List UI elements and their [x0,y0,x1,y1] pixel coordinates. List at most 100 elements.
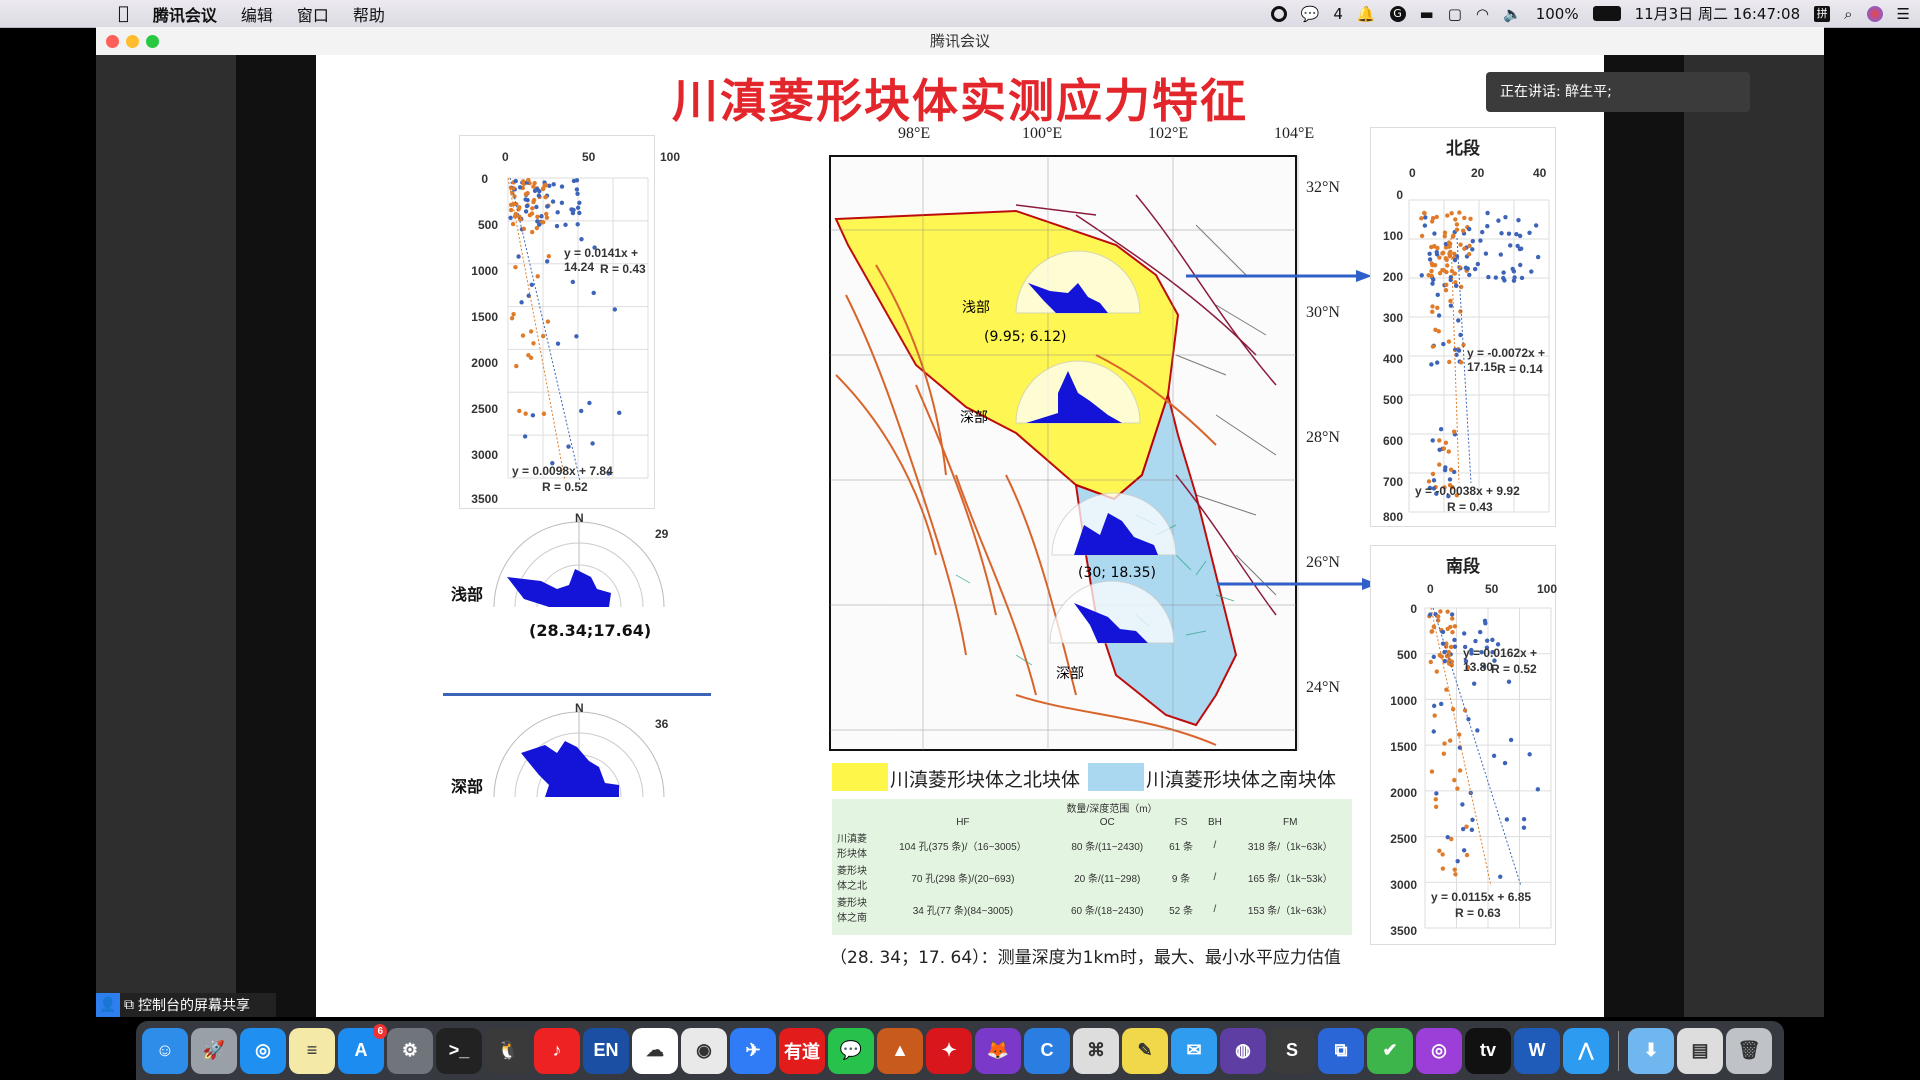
scatter-point [1449,211,1454,216]
scatter-point [1447,738,1453,743]
scatter-point [1448,644,1454,650]
matlab-icon[interactable]: ▲ [877,1027,923,1074]
netease-music-icon[interactable]: ♪ [534,1027,580,1074]
speaking-text: 正在讲话: 醉生平; [1500,84,1612,100]
scatter-point [1514,231,1519,237]
github-icon[interactable]: ◍ [1220,1027,1266,1074]
apple-tv-icon[interactable]: tv [1465,1027,1511,1074]
lark-icon[interactable]: ✈ [730,1027,776,1074]
control-center-icon[interactable]: ☰ [1897,5,1910,23]
table-cell: / [1213,839,1217,851]
battery-icon[interactable] [1592,6,1621,21]
scatter-point [1430,304,1435,309]
volume-icon[interactable]: 🔈 [1503,5,1522,23]
spotlight-search-icon[interactable]: ⌕ [1844,5,1852,23]
finder-icon[interactable]: ☺ [142,1027,188,1074]
scatter-point [1440,267,1445,273]
right-margin [1684,55,1824,1017]
scatter-point [1499,231,1504,236]
scatter-point [1434,360,1440,365]
trash-icon[interactable]: 🗑 [1726,1027,1772,1074]
scatter-point [1535,787,1541,792]
remote-icon[interactable]: ⧉ [1318,1027,1364,1074]
screen-share-bar[interactable]: 👤 ⧉ 控制台的屏幕共享 [96,993,276,1017]
ns-r2: R = 0.43 [1447,500,1493,514]
input-method-icon[interactable]: 拼 [1814,5,1831,22]
firefox-icon[interactable]: 🦊 [975,1027,1021,1074]
scatter-point [1457,264,1462,270]
maximize-button[interactable] [146,35,159,48]
word-icon[interactable]: W [1514,1027,1560,1074]
clock[interactable]: 11月3日 周二 16:47:08 [1635,3,1801,24]
qq-icon[interactable]: 🐧 [485,1027,531,1074]
table-cell: 104 孔(375 条)/（16~3005） [899,841,1027,853]
display-icon[interactable]: ▬ [1420,5,1434,23]
wechat-status-icon[interactable]: 💬 [1301,5,1320,23]
table-cell: 165 条/（1k~53k） [1247,873,1333,885]
scatter-point [1501,270,1506,275]
menu-edit[interactable]: 编辑 [229,2,285,26]
system-preferences-icon[interactable]: ⚙ [387,1027,433,1074]
apple-menu-icon[interactable]:  [0,3,141,24]
legend-north-label: 川滇菱形块体之北块体 [890,769,1081,791]
stats-table-wrap: 数量/深度范围（m） HF OC FS BH FM 川滇菱形块体 104 孔(3… [832,799,1352,935]
scatter-point [1462,246,1467,251]
col-oc: OC [1099,817,1115,828]
sublime-icon[interactable]: S [1269,1027,1315,1074]
scatter-point [1471,681,1477,686]
podcasts-icon[interactable]: ◎ [1416,1027,1462,1074]
scatter-point [1467,272,1472,278]
siri-icon[interactable] [1866,5,1883,22]
scatter-point [1434,669,1440,674]
wechat-icon[interactable]: 💬 [828,1027,874,1074]
g-status-icon[interactable]: G [1389,5,1406,22]
terminal-icon[interactable]: >_ [436,1027,482,1074]
ss-xtick-0: 0 [1427,582,1434,596]
menu-window[interactable]: 窗口 [285,2,341,26]
tencent-meeting-icon[interactable]: ✉ [1171,1027,1217,1074]
minimize-button[interactable] [126,35,139,48]
scatter-point [1535,254,1541,260]
en-dictionary-icon[interactable]: EN [583,1027,629,1074]
scatter-point [1461,228,1466,233]
acrobat-icon[interactable]: ✦ [926,1027,972,1074]
scatter-point [1486,274,1491,280]
window-icon[interactable]: ▢ [1448,5,1462,23]
ns-ytick-7: 700 [1382,475,1403,489]
notification-bell-icon[interactable]: 🔔 [1357,5,1376,23]
launchpad-icon[interactable]: 🚀 [191,1027,237,1074]
chrome-icon[interactable]: ◉ [681,1027,727,1074]
documents-icon[interactable]: ▤ [1677,1027,1723,1074]
scatter-point [1436,313,1442,318]
lon-102: 102°E [1148,125,1189,142]
window-titlebar: 腾讯会议 [96,27,1824,56]
tasks-icon[interactable]: ✔ [1367,1027,1413,1074]
scatter-point [1452,637,1457,643]
scatter-point [1440,866,1446,871]
downloads-folder-icon[interactable]: ⬇ [1628,1027,1674,1074]
app-store-icon[interactable]: A6 [338,1023,387,1074]
scatter-point [1434,791,1439,796]
record-status-icon[interactable] [1270,5,1287,22]
menu-app-name[interactable]: 腾讯会议 [141,2,229,26]
scatter-point [1460,802,1465,807]
scatter-point [1475,728,1480,733]
stickies-icon[interactable]: ✎ [1122,1027,1168,1074]
menu-help[interactable]: 帮助 [341,2,397,26]
wifi-icon[interactable]: ◠ [1476,5,1489,23]
scatter-point [1529,269,1534,274]
notes-icon[interactable]: ≡ [289,1027,335,1074]
table-cell: 20 条/(11~298) [1074,873,1141,885]
c-app-icon[interactable]: C [1024,1027,1070,1074]
scatter-point [1435,292,1440,298]
screenshot-icon[interactable]: ⌘ [1073,1027,1119,1074]
voov-icon[interactable]: ⋀ [1563,1027,1609,1074]
footnote: （28. 34；17. 64）：测量深度为1km时，最大、最小水平应力估值 [830,948,1341,968]
baidu-netdisk-icon[interactable]: ☁ [632,1027,678,1074]
speaking-indicator: 正在讲话: 醉生平; [1486,72,1750,112]
safari-icon[interactable]: ◎ [240,1027,286,1074]
youdao-icon[interactable]: 有道 [779,1027,825,1074]
scatter-point [1433,804,1439,810]
row-name: 川滇菱形块体 [837,834,867,860]
close-button[interactable] [106,35,119,48]
